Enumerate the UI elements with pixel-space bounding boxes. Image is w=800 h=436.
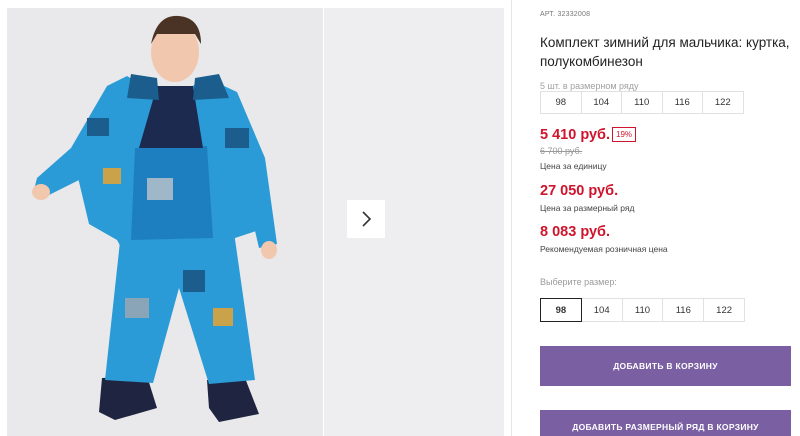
unit-price: 5 410 руб.	[540, 127, 611, 143]
product-photo[interactable]	[7, 8, 323, 436]
series-size-122: 122	[702, 91, 744, 114]
choose-size-label: Выберите размер:	[540, 277, 617, 287]
article-label: АРТ.	[540, 11, 556, 18]
size-option-116[interactable]: 116	[662, 298, 705, 322]
product-info: АРТ. 32332008 Комплект зимний для мальчи…	[540, 0, 800, 436]
series-size-98: 98	[540, 91, 582, 114]
series-price-caption: Цена за размерный ряд	[540, 203, 635, 213]
add-to-cart-button[interactable]: ДОБАВИТЬ В КОРЗИНУ	[540, 346, 791, 386]
size-option-110[interactable]: 110	[621, 298, 664, 322]
retail-price: 8 083 руб.	[540, 224, 611, 240]
unit-price-caption: Цена за единицу	[540, 161, 607, 171]
chevron-right-icon	[362, 211, 372, 227]
article-number: АРТ. 32332008	[540, 11, 590, 18]
size-option-98[interactable]: 98	[540, 298, 582, 322]
product-gallery	[0, 0, 512, 436]
series-sizes: 98 104 110 116 122	[540, 91, 744, 114]
series-size-110: 110	[621, 91, 663, 114]
series-price: 27 050 руб.	[540, 183, 619, 199]
add-series-to-cart-button[interactable]: ДОБАВИТЬ РАЗМЕРНЫЙ РЯД В КОРЗИНУ	[540, 410, 791, 436]
article-value: 32332008	[557, 11, 591, 18]
product-title: Комплект зимний для мальчика: куртка, по…	[540, 35, 790, 69]
column-divider	[511, 0, 512, 436]
next-photo-button[interactable]	[347, 200, 385, 238]
series-size-104: 104	[580, 91, 622, 114]
size-option-122[interactable]: 122	[703, 298, 745, 322]
discount-badge: 19%	[612, 127, 637, 142]
boy-in-winter-suit-image	[7, 8, 323, 436]
retail-price-caption: Рекомендуемая розничная цена	[540, 244, 668, 254]
series-caption: 5 шт. в размерном ряду	[540, 81, 639, 91]
series-size-116: 116	[661, 91, 703, 114]
size-option-104[interactable]: 104	[580, 298, 623, 322]
old-price: 6 700 руб.	[540, 146, 583, 156]
size-selector: 98 104 110 116 122	[540, 298, 745, 322]
